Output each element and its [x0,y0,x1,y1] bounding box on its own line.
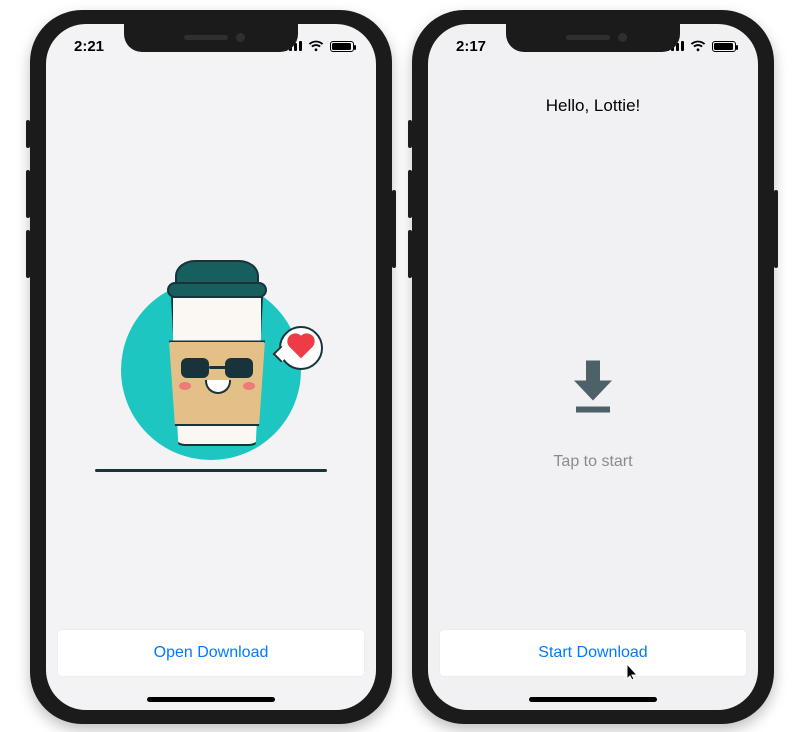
content-right: Hello, Lottie! Tap to start Start Downlo… [428,68,758,710]
status-time: 2:21 [74,38,104,55]
download-arrow-icon [566,357,620,415]
notch [124,24,298,52]
volume-down-button [26,230,30,278]
cup-lid-rim-icon [167,282,267,298]
heart-icon [290,336,313,359]
phone-frame-left: 2:21 [30,10,392,724]
screen-right: 2:17 Hello, Lottie! [428,24,758,710]
cup-face-icon [179,354,255,410]
ground-line-icon [95,469,327,472]
status-time: 2:17 [456,38,486,55]
download-icon[interactable] [566,357,620,415]
content-left: Open Download [46,68,376,710]
sunglass-lens-left-icon [181,358,209,378]
power-button [774,190,778,268]
volume-up-button [408,170,412,218]
notch [506,24,680,52]
screen-left: 2:21 [46,24,376,710]
volume-down-button [408,230,412,278]
volume-up-button [26,170,30,218]
wifi-icon [308,40,324,52]
open-download-button[interactable]: Open Download [58,630,364,676]
wifi-icon [690,40,706,52]
smile-icon [205,380,231,394]
battery-icon [330,41,354,52]
sunglasses-bridge-icon [209,366,227,369]
page-title: Hello, Lottie! [428,96,758,116]
coffee-cup-illustration [91,220,331,480]
coffee-cup [161,260,275,460]
button-label: Open Download [154,644,269,662]
silence-switch [408,120,412,148]
power-button [392,190,396,268]
cup-lid-icon [175,260,259,284]
two-phone-mockup: 2:21 [0,0,800,732]
blush-right-icon [243,382,255,390]
button-label: Start Download [538,644,647,662]
blush-left-icon [179,382,191,390]
silence-switch [26,120,30,148]
start-download-button[interactable]: Start Download [440,630,746,676]
battery-icon [712,41,736,52]
speech-bubble-icon [279,326,323,370]
phone-frame-right: 2:17 Hello, Lottie! [412,10,774,724]
sunglass-lens-right-icon [225,358,253,378]
hint-text: Tap to start [428,453,758,471]
